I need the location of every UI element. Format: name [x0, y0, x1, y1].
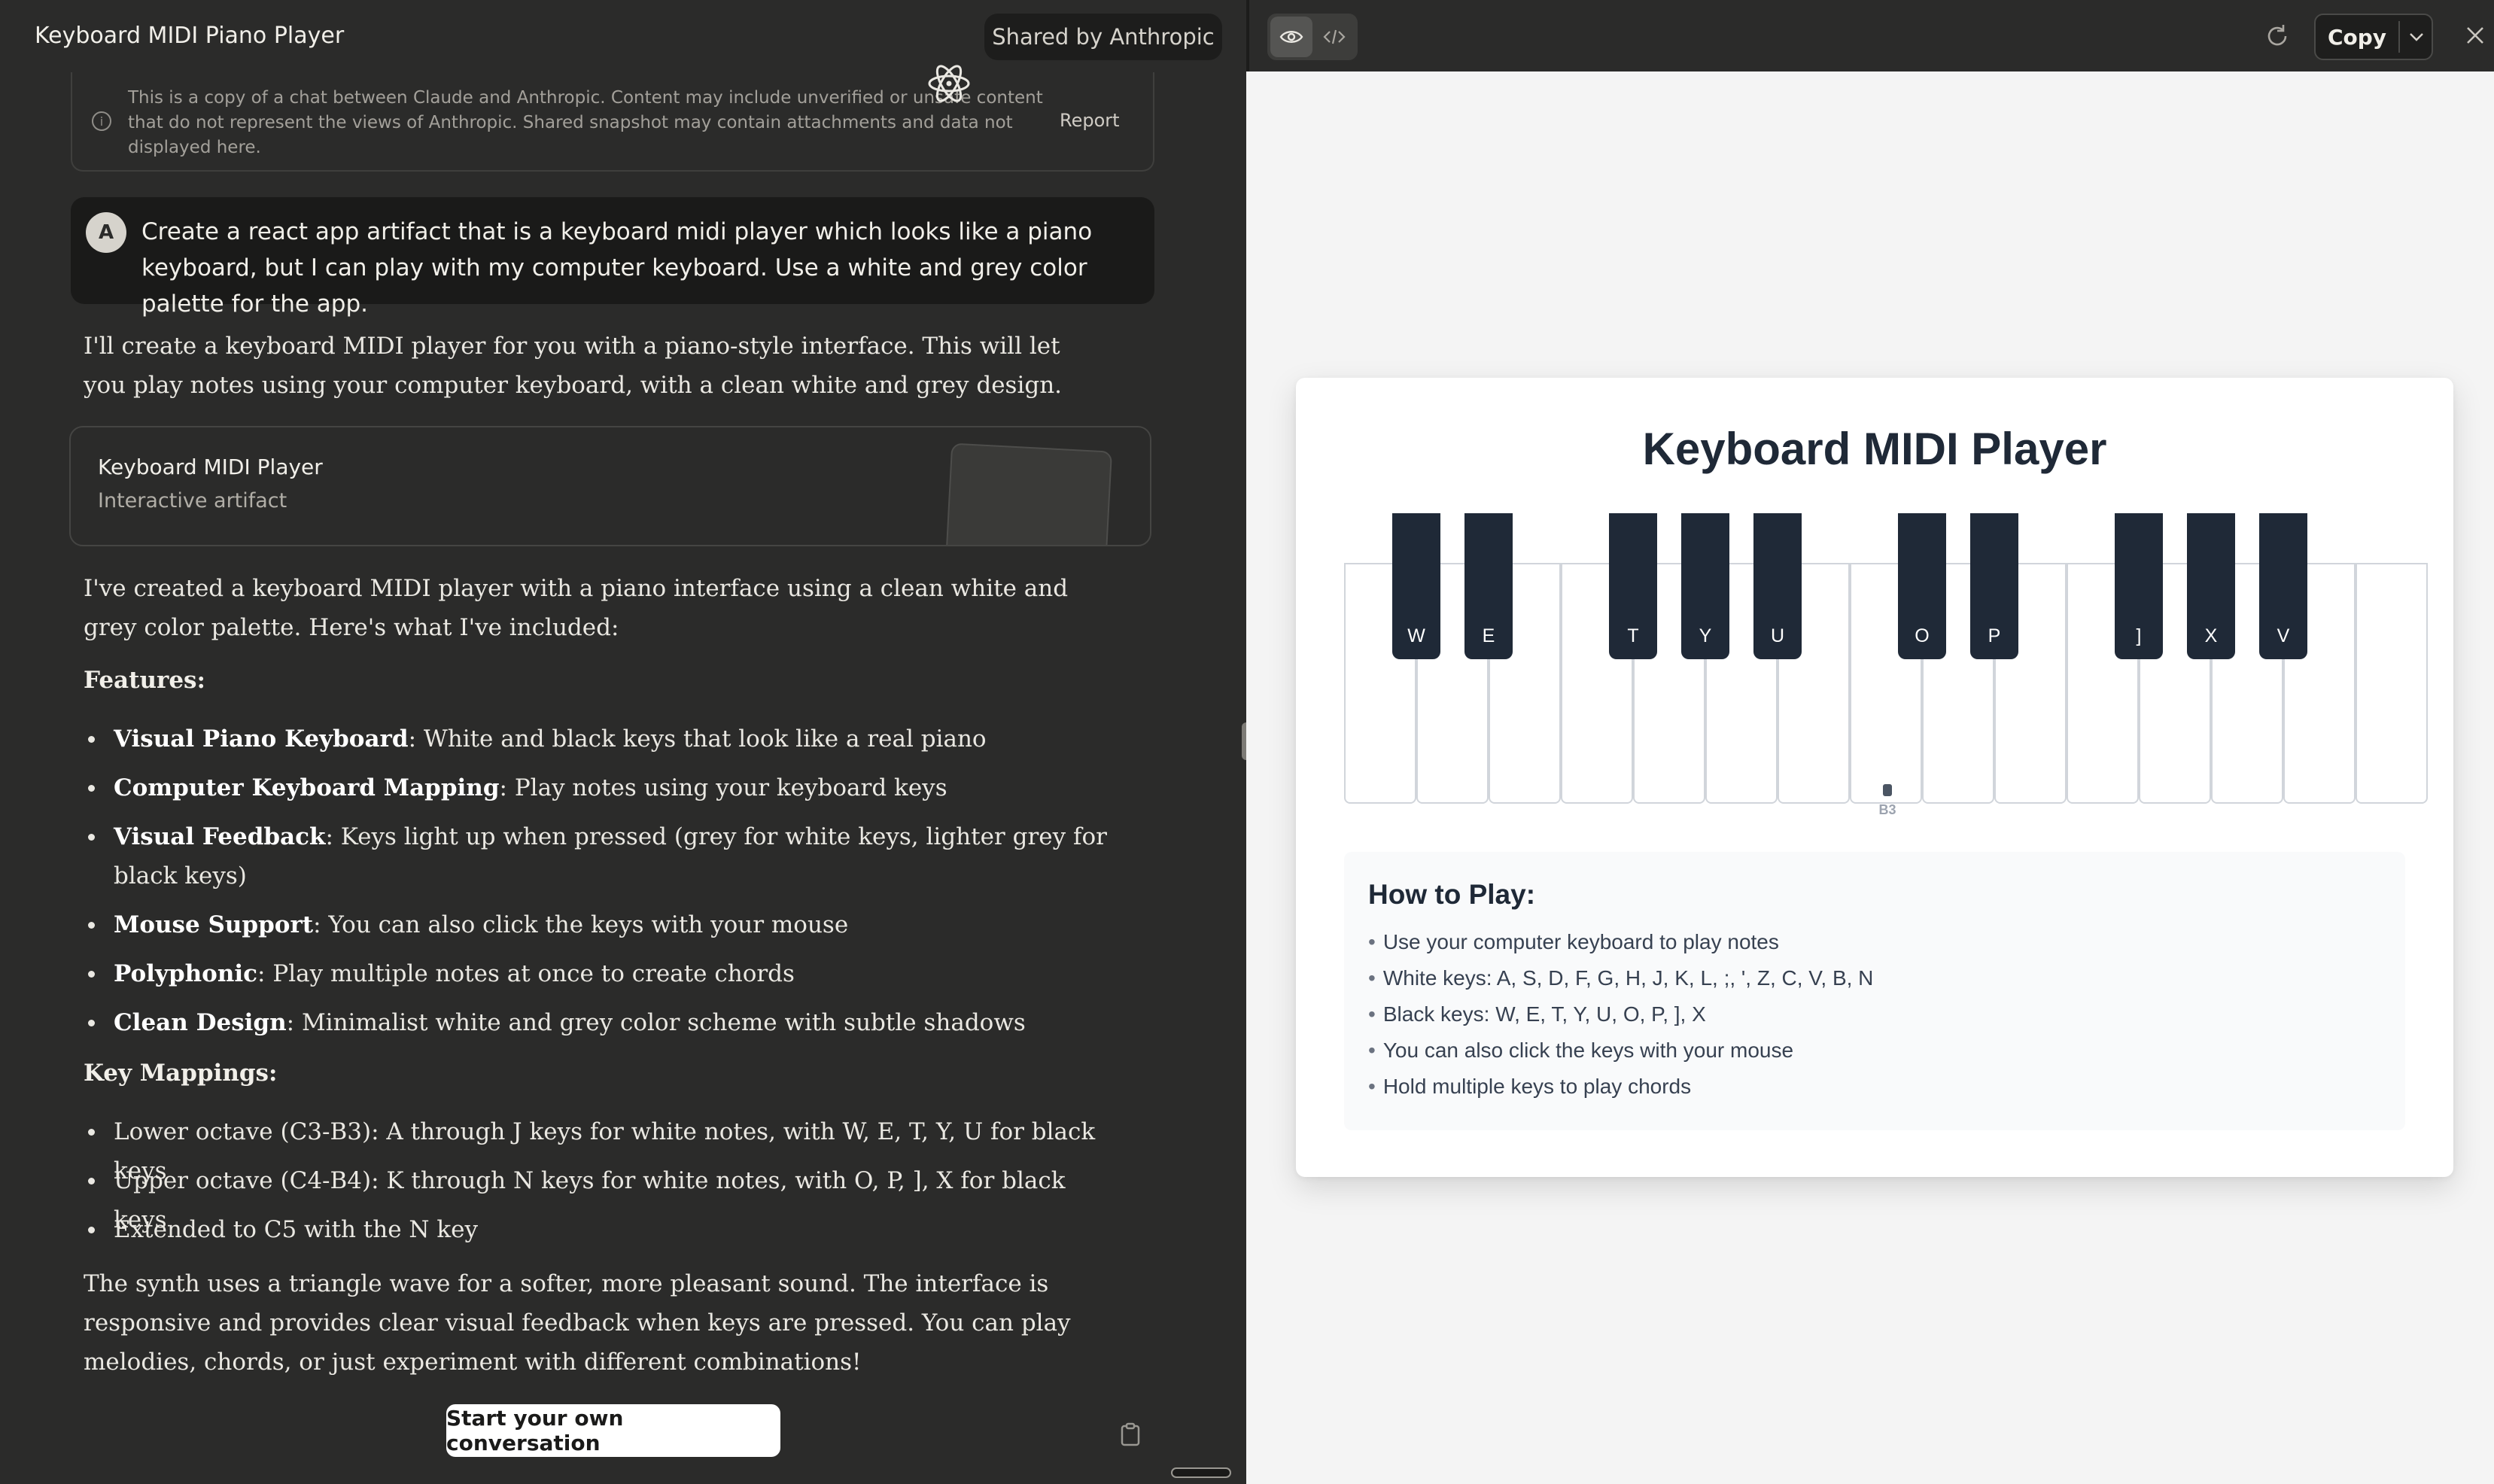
- black-key[interactable]: T: [1609, 513, 1657, 659]
- how-to-play-item: • White keys: A, S, D, F, G, H, J, K, L, …: [1368, 966, 1874, 990]
- feature-text: : Play notes using your keyboard keys: [499, 774, 947, 801]
- mappings-heading: Key Mappings:: [84, 1060, 278, 1087]
- feature-text: : White and black keys that look like a …: [408, 725, 987, 753]
- piano-keyboard: B3 W E T Y U O P] X V: [1344, 513, 2429, 817]
- how-to-play-item-text: White keys: A, S, D, F, G, H, J, K, L, ;…: [1382, 966, 1874, 990]
- black-key-label: V: [2277, 625, 2290, 646]
- black-key[interactable]: O: [1898, 513, 1946, 659]
- info-icon: i: [92, 111, 111, 131]
- how-to-play-item: • Black keys: W, E, T, Y, U, O, P, ], X: [1368, 1002, 1706, 1026]
- feature-name: Computer Keyboard Mapping: [114, 774, 500, 801]
- black-key-label: W: [1407, 625, 1425, 646]
- chevron-down-icon: [2410, 33, 2423, 41]
- artifact-preview-panel: Copy Keyboard MIDI Player B3 W E T Y U O P] X V H…: [1246, 0, 2494, 1484]
- artifact-title: Keyboard MIDI Player: [98, 455, 323, 479]
- black-key[interactable]: W: [1392, 513, 1440, 659]
- black-key-label: P: [1988, 625, 2001, 646]
- feature-text: : Play multiple notes at once to create …: [257, 960, 795, 987]
- code-view-button[interactable]: [1314, 17, 1355, 57]
- avatar: A: [86, 212, 126, 253]
- artifact-thumbnail: [944, 442, 1113, 545]
- feature-text: : You can also click the keys with your …: [313, 911, 849, 938]
- assistant-intro: I'll create a keyboard MIDI player for y…: [84, 333, 1063, 399]
- how-to-play-box: How to Play: • Use your computer keyboard…: [1344, 852, 2405, 1130]
- notice-text: This is a copy of a chat between Claude …: [128, 88, 1043, 157]
- report-link[interactable]: Report: [1060, 110, 1120, 131]
- white-key[interactable]: [2356, 563, 2428, 804]
- how-to-play-item-text: You can also click the keys with your mo…: [1382, 1038, 1794, 1062]
- black-key[interactable]: ]: [2115, 513, 2163, 659]
- feature-item: Polyphonic: Play multiple notes at once …: [88, 954, 1107, 993]
- black-key-label: X: [2204, 625, 2218, 646]
- feature-text: : Minimalist white and grey color scheme…: [286, 1009, 1026, 1036]
- features-heading: Features:: [84, 667, 205, 694]
- feature-item: Visual Feedback: Keys light up when pres…: [88, 817, 1107, 896]
- feature-item: Clean Design: Minimalist white and grey …: [88, 1003, 1107, 1042]
- midi-player-app: Keyboard MIDI Player B3 W E T Y U O P] X V How to…: [1296, 378, 2453, 1177]
- black-key[interactable]: Y: [1681, 513, 1729, 659]
- copy-button[interactable]: Copy: [2316, 15, 2398, 59]
- user-message: A Create a react app artifact that is a …: [71, 197, 1154, 318]
- how-to-play-item: • Hold multiple keys to play chords: [1368, 1075, 1692, 1098]
- artifact-subtitle: Interactive artifact: [98, 489, 287, 512]
- scroll-indicator[interactable]: [1171, 1467, 1231, 1478]
- assistant-summary: I've created a keyboard MIDI player with…: [84, 575, 1069, 641]
- black-key[interactable]: V: [2259, 513, 2307, 659]
- preview-toolbar: Copy: [1246, 0, 2494, 71]
- shared-notice: i This is a copy of a chat between Claud…: [71, 72, 1154, 172]
- black-key[interactable]: X: [2187, 513, 2235, 659]
- black-key[interactable]: E: [1464, 513, 1513, 659]
- how-to-play-item-text: Hold multiple keys to play chords: [1382, 1075, 1692, 1098]
- feature-name: Visual Piano Keyboard: [114, 725, 409, 753]
- code-icon: [1323, 29, 1346, 44]
- copy-button-group: Copy: [2314, 14, 2433, 60]
- black-key-label: ]: [2136, 625, 2142, 646]
- black-key[interactable]: P: [1970, 513, 2018, 659]
- how-to-play-item-text: Black keys: W, E, T, Y, U, O, P, ], X: [1382, 1002, 1706, 1026]
- eye-icon: [1279, 31, 1303, 43]
- preview-view-button[interactable]: [1270, 17, 1312, 57]
- feature-item: Mouse Support: You can also click the ke…: [88, 905, 1107, 944]
- assistant-closing: The synth uses a triangle wave for a sof…: [84, 1270, 1071, 1376]
- chat-title[interactable]: Keyboard MIDI Piano Player: [35, 23, 344, 49]
- feature-item: Computer Keyboard Mapping: Play notes us…: [88, 768, 1107, 807]
- view-toggle: [1267, 14, 1358, 60]
- key-note-label: B3: [1878, 802, 1896, 817]
- copy-options-button[interactable]: [2400, 15, 2433, 59]
- key-marker-icon: [1883, 784, 1892, 796]
- close-icon[interactable]: [2462, 23, 2488, 48]
- app-title: Keyboard MIDI Player: [1642, 424, 2107, 474]
- react-atom-icon: [928, 65, 970, 102]
- feature-name: Mouse Support: [114, 911, 314, 938]
- clipboard-icon[interactable]: [1120, 1422, 1141, 1446]
- black-key-label: E: [1482, 625, 1495, 646]
- refresh-icon[interactable]: [2264, 23, 2291, 50]
- chat-panel: Keyboard MIDI Piano Player Shared by Ant…: [0, 0, 1246, 1484]
- black-key[interactable]: U: [1753, 513, 1802, 659]
- how-to-play-item: • Use your computer keyboard to play note…: [1368, 930, 1779, 953]
- start-conversation-button[interactable]: Start your own conversation: [446, 1404, 780, 1457]
- feature-item: Visual Piano Keyboard: White and black k…: [88, 719, 1107, 759]
- feature-name: Polyphonic: [114, 960, 258, 987]
- feature-name: Clean Design: [114, 1009, 287, 1036]
- artifact-card[interactable]: Keyboard MIDI Player Interactive artifac…: [69, 426, 1151, 546]
- black-key-label: T: [1627, 625, 1639, 646]
- black-key-label: U: [1770, 625, 1785, 646]
- user-message-text: Create a react app artifact that is a ke…: [141, 218, 1093, 318]
- how-to-play-item-text: Use your computer keyboard to play notes: [1382, 930, 1779, 953]
- black-key-label: O: [1915, 625, 1930, 646]
- feature-name: Visual Feedback: [114, 823, 326, 850]
- how-to-play-item: • You can also click the keys with your m…: [1368, 1038, 1794, 1062]
- black-key-label: Y: [1699, 625, 1712, 646]
- mapping-item: Extended to C5 with the N key: [88, 1210, 1107, 1249]
- how-to-play-title: How to Play:: [1368, 879, 1536, 910]
- shared-badge[interactable]: Shared by Anthropic: [984, 14, 1222, 60]
